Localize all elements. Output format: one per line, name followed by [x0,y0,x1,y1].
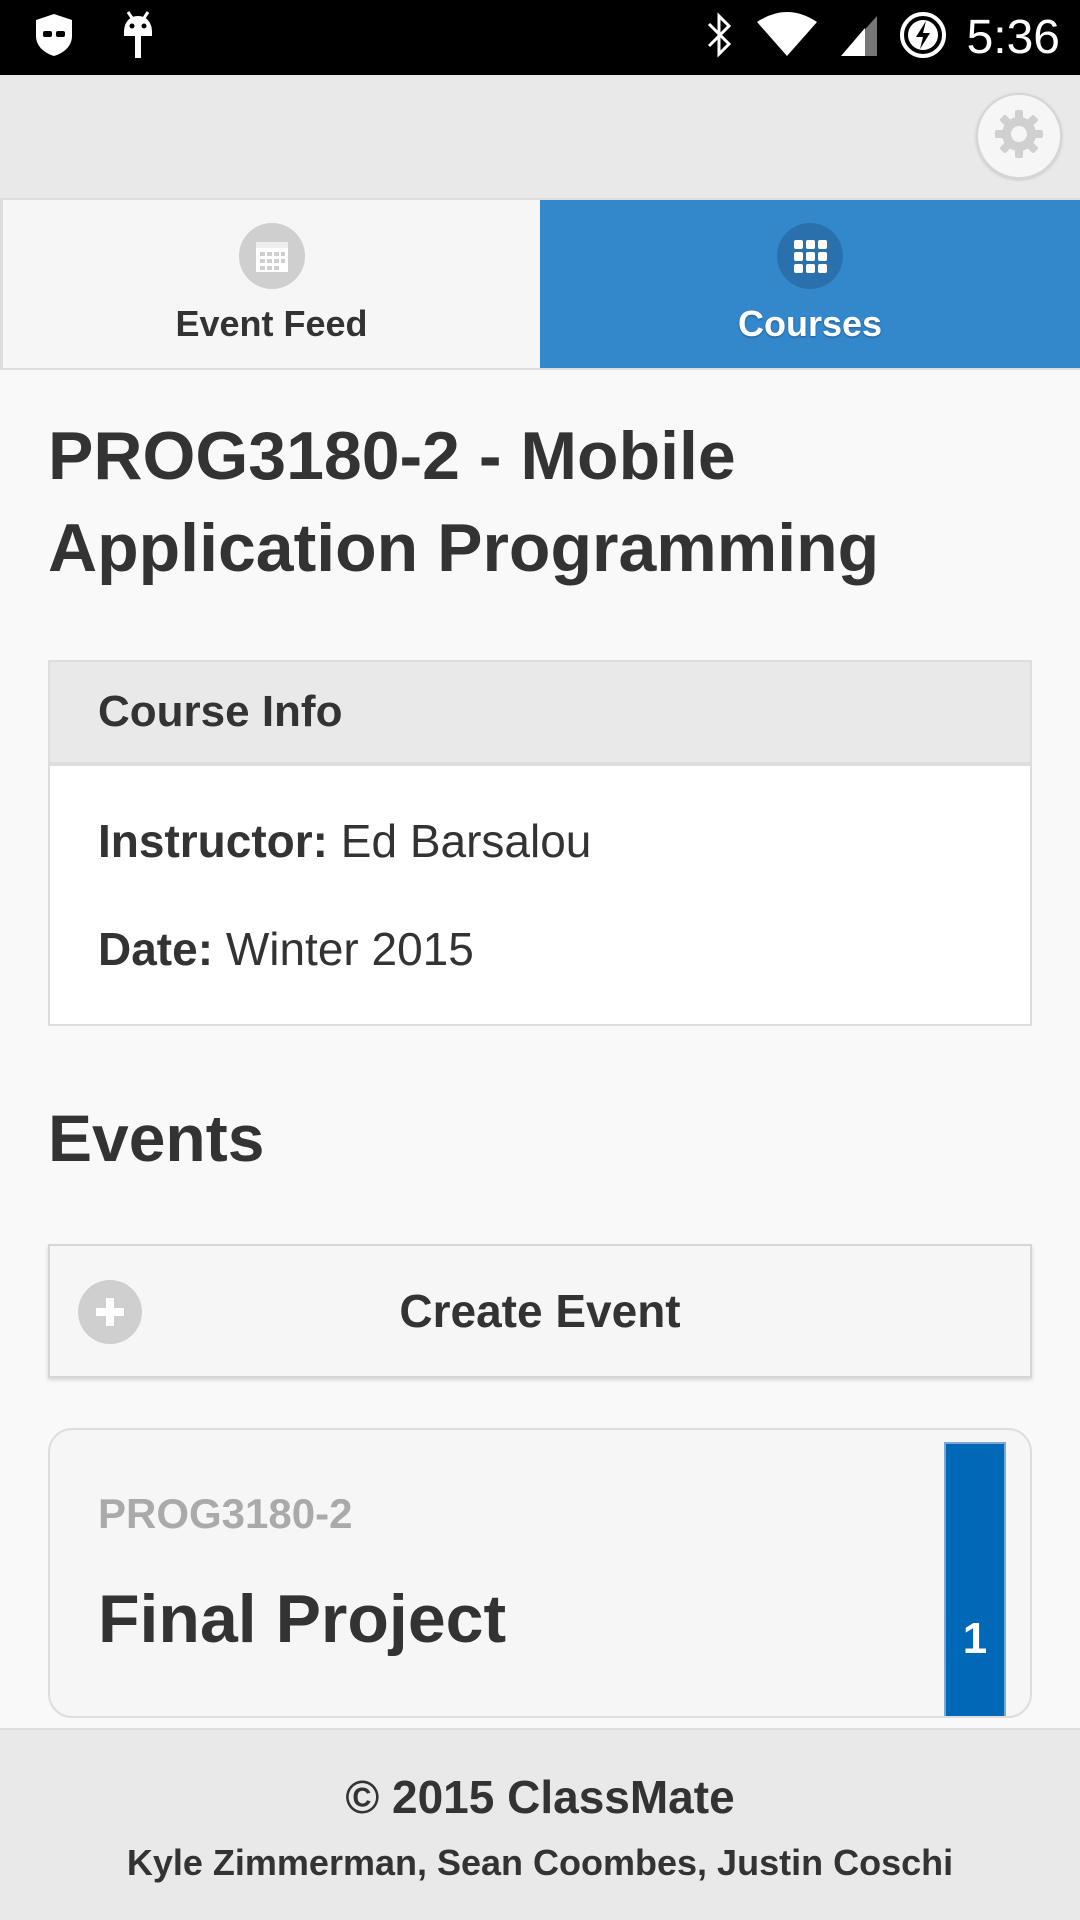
date-value: Winter 2015 [225,923,474,975]
footer-authors: Kyle Zimmerman, Sean Coombes, Justin Cos… [126,1842,954,1883]
tab-event-feed[interactable]: Event Feed [0,200,540,368]
event-name: Final Project [98,1581,507,1657]
event-count-badge: 1 [944,1442,1006,1716]
instructor-label: Instructor: [98,815,328,867]
course-info-heading: Course Info [50,662,1030,766]
instructor-value: Ed Barsalou [340,815,592,867]
course-info-card: Course Info Instructor: Ed Barsalou Date… [48,660,1032,1026]
app-header [0,75,1080,198]
event-count: 1 [962,1614,988,1663]
page-title: PROG3180-2 - Mobile Application Programm… [48,418,880,586]
signal-icon [839,12,879,63]
tab-courses[interactable]: Courses [540,200,1080,368]
gear-icon [991,106,1047,167]
settings-button[interactable] [976,93,1062,179]
footer: © 2015 ClassMate Kyle Zimmerman, Sean Co… [0,1728,1080,1920]
android-icon [118,10,158,65]
status-left [32,10,200,65]
tab-label-courses: Courses [737,303,883,344]
grid-icon [777,223,843,289]
date-label: Date: [98,923,214,975]
event-course-code: PROG3180-2 [98,1490,353,1537]
cyanogen-shield-icon [32,12,76,63]
wifi-icon [755,12,819,63]
event-card[interactable]: PROG3180-2 Final Project 1 [48,1428,1032,1718]
date-row: Date: Winter 2015 [98,920,982,978]
create-event-label: Create Event [399,1285,681,1337]
main-content: PROG3180-2 - Mobile Application Programm… [48,370,1032,1718]
plus-icon [78,1280,142,1344]
footer-copyright: © 2015 ClassMate [345,1771,735,1823]
instructor-row: Instructor: Ed Barsalou [98,812,982,870]
status-bar: 5:36 [0,0,1080,75]
clock: 5:36 [966,11,1060,64]
bluetooth-icon [705,12,735,63]
tab-label-event-feed: Event Feed [175,303,368,344]
course-info-body: Instructor: Ed Barsalou Date: Winter 201… [50,766,1030,1024]
tab-bar: Event Feed Courses [0,198,1080,370]
create-event-button[interactable]: Create Event [48,1244,1032,1378]
battery-charging-icon [899,11,947,64]
calendar-icon [238,223,305,289]
status-right: 5:36 [685,10,1060,65]
events-heading: Events [48,1101,265,1175]
